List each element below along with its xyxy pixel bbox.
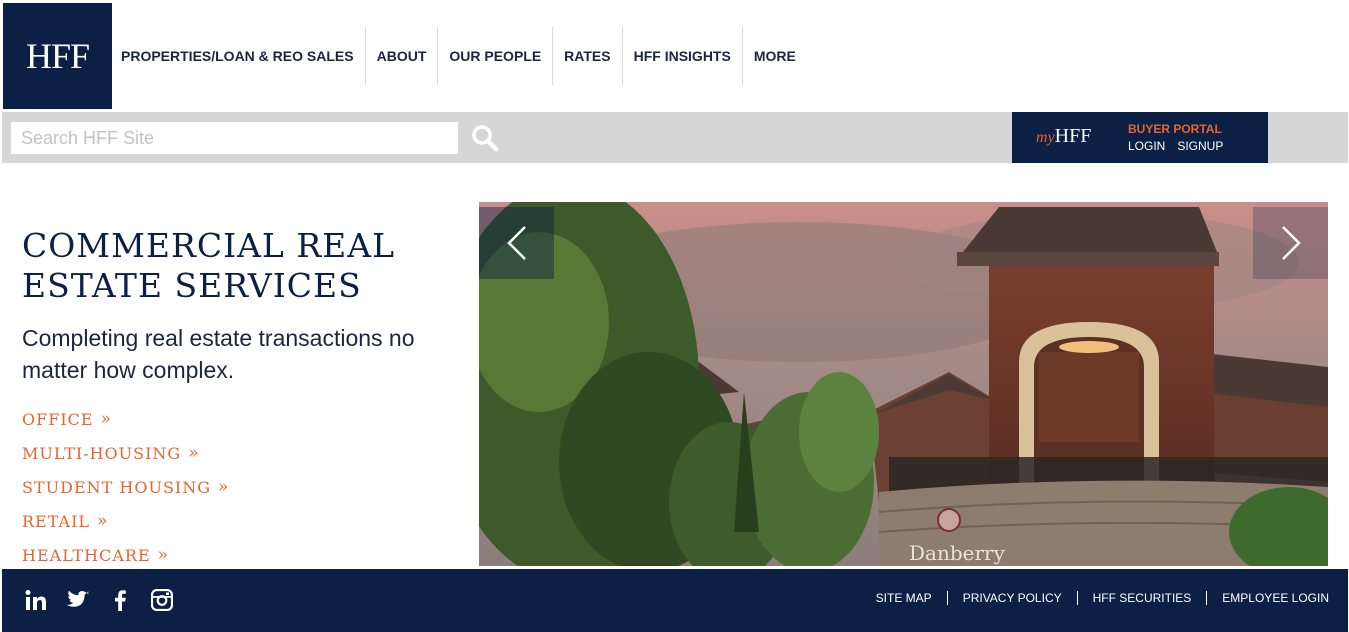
buyer-portal-title: BUYER PORTAL (1128, 122, 1222, 136)
nav-about[interactable]: ABOUT (366, 27, 439, 85)
search-icon[interactable] (471, 124, 499, 152)
footer-link-employee-login[interactable]: EMPLOYEE LOGIN (1222, 591, 1329, 605)
category-label: OFFICE (22, 409, 94, 429)
carousel-next-button[interactable] (1253, 207, 1328, 279)
nav-our-people[interactable]: OUR PEOPLE (438, 27, 554, 85)
footer-divider (1076, 591, 1078, 605)
chevron-right-icon: » (97, 511, 108, 531)
chevron-left-icon (506, 226, 526, 260)
category-label: MULTI-HOUSING (22, 443, 182, 463)
chevron-right-icon: » (100, 409, 112, 429)
hero-subtitle: Completing real estate transactions no m… (22, 325, 415, 383)
footer-link-privacy-policy[interactable]: PRIVACY POLICY (963, 591, 1062, 605)
category-label: RETAIL (22, 511, 91, 531)
footer-divider (1206, 591, 1208, 605)
nav-properties[interactable]: PROPERTIES/LOAN & REO SALES (112, 27, 366, 85)
category-label: HEALTHCARE (22, 545, 151, 565)
login-link[interactable]: LOGIN (1128, 139, 1165, 153)
myhff-logo[interactable]: myHFF (1036, 125, 1091, 148)
footer-links: SITE MAP PRIVACY POLICY HFF SECURITIES E… (876, 591, 1329, 605)
nav-rates[interactable]: RATES (553, 27, 623, 85)
carousel-prev-button[interactable] (479, 207, 554, 279)
chevron-right-icon: » (188, 443, 199, 463)
footer-link-hff-securities[interactable]: HFF SECURITIES (1093, 591, 1192, 605)
category-office[interactable]: OFFICE » (22, 402, 225, 436)
footer: SITE MAP PRIVACY POLICY HFF SECURITIES E… (2, 569, 1348, 632)
instagram-icon[interactable] (150, 588, 174, 612)
nav-more[interactable]: MORE (743, 27, 807, 85)
footer-link-site-map[interactable]: SITE MAP (876, 591, 932, 605)
hff-logo[interactable]: HFF (3, 3, 112, 109)
category-multi-housing[interactable]: MULTI-HOUSING » (22, 436, 225, 470)
myhff-logo-hff: HFF (1054, 125, 1092, 147)
signup-link[interactable]: SIGNUP (1177, 139, 1223, 153)
category-healthcare[interactable]: HEALTHCARE » (22, 538, 225, 572)
carousel-sign-text: Danberry (909, 541, 1006, 565)
buyer-portal: myHFF BUYER PORTAL LOGIN SIGNUP (1012, 112, 1268, 163)
chevron-right-icon (1281, 226, 1301, 260)
chevron-right-icon: » (157, 545, 169, 565)
main-nav: PROPERTIES/LOAN & REO SALES ABOUT OUR PE… (112, 27, 807, 85)
facebook-icon[interactable] (108, 588, 132, 612)
myhff-logo-my: my (1036, 129, 1055, 146)
social-links (24, 588, 174, 612)
chevron-right-icon: » (218, 477, 229, 497)
hero-carousel-image: Danberry (479, 202, 1328, 566)
nav-hff-insights[interactable]: HFF INSIGHTS (623, 27, 743, 85)
portal-links: LOGIN SIGNUP (1128, 139, 1223, 153)
hero-title: COMMERCIAL REAL ESTATE SERVICES (22, 226, 396, 305)
category-retail[interactable]: RETAIL » (22, 504, 225, 538)
logo-text: HFF (25, 36, 90, 76)
linkedin-icon[interactable] (24, 588, 48, 612)
category-student-housing[interactable]: STUDENT HOUSING » (22, 470, 229, 504)
footer-divider (946, 591, 948, 605)
category-list: OFFICE» MULTI-HOUSING» STUDENT HOUSING» … (22, 402, 229, 572)
twitter-icon[interactable] (66, 588, 90, 612)
search-input[interactable] (11, 122, 458, 154)
category-label: STUDENT HOUSING (22, 477, 211, 497)
